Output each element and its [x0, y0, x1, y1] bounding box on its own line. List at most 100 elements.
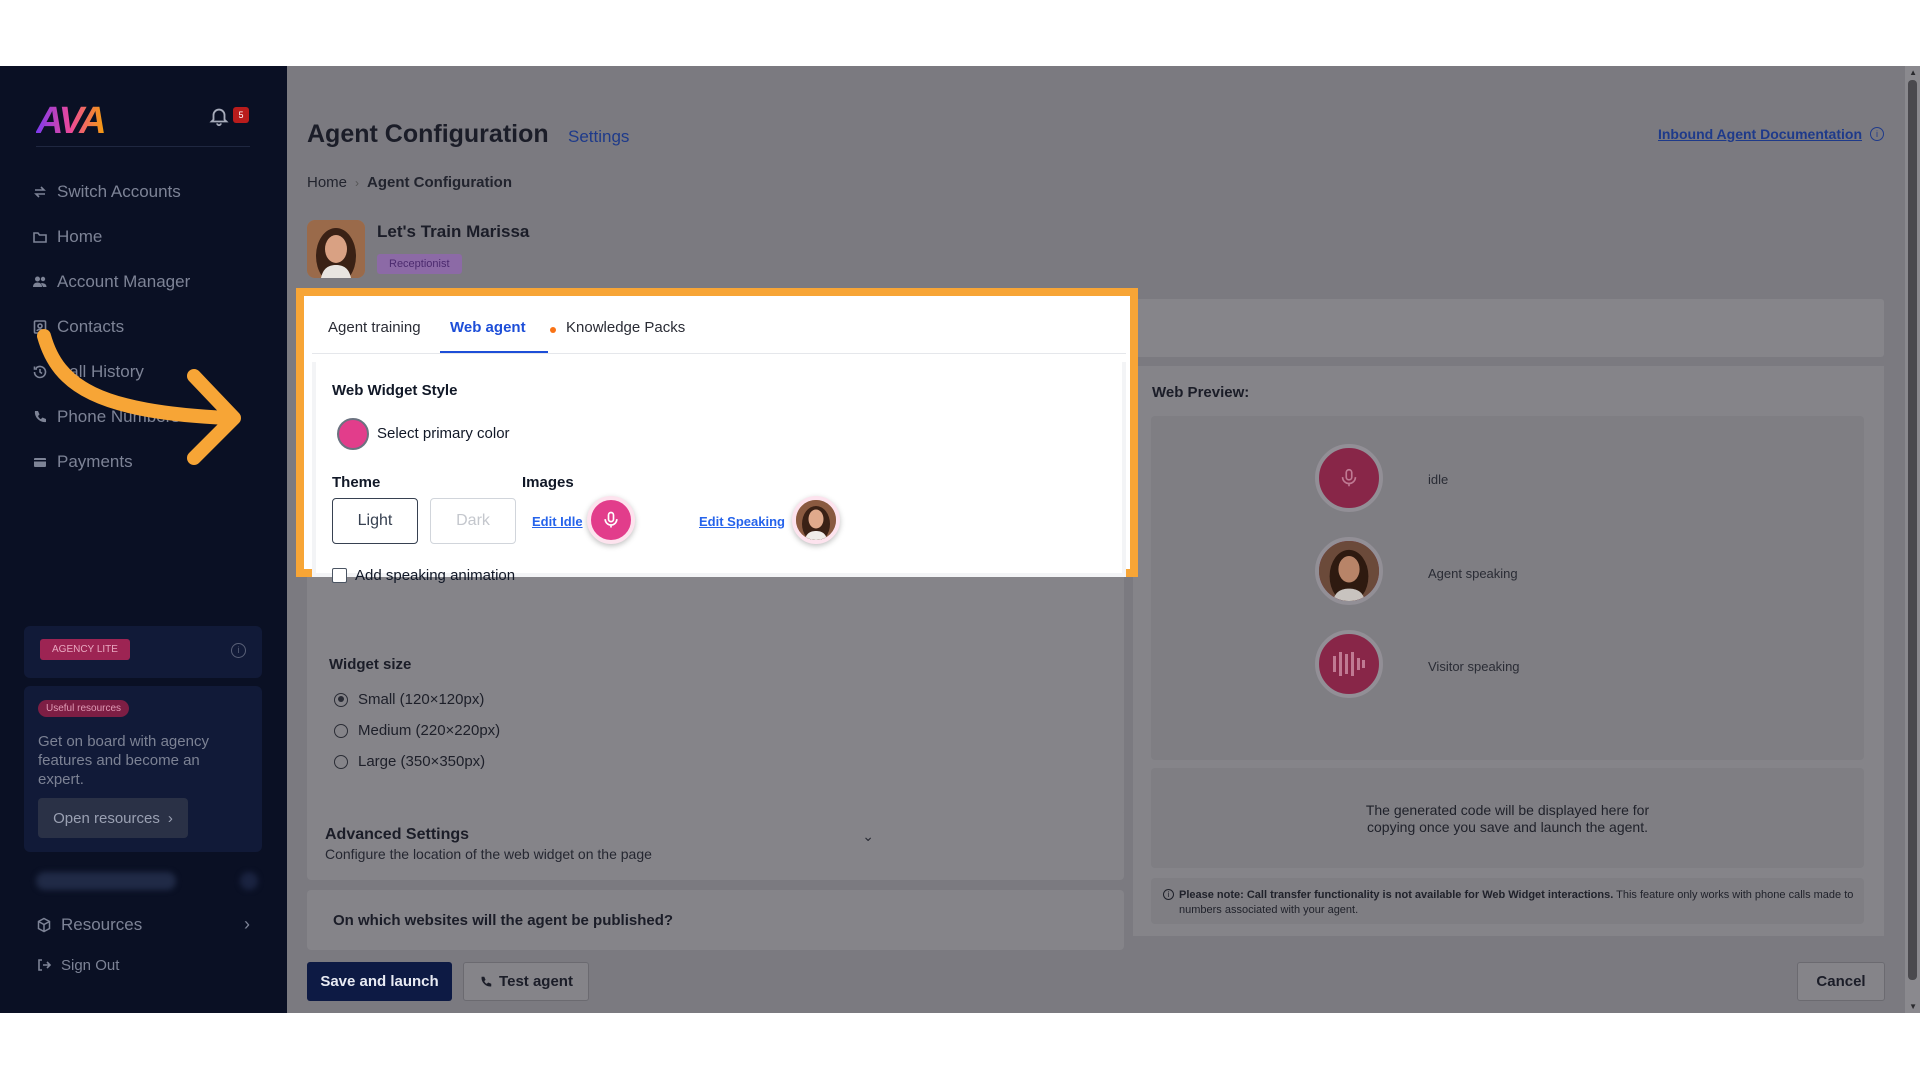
- tutorial-arrow-icon: [37, 329, 241, 465]
- scrollbar[interactable]: ▲ ▼: [1905, 66, 1920, 1013]
- widget-size-label: Small (120×120px): [358, 691, 485, 708]
- agent-avatar: [796, 500, 836, 540]
- cube-icon: [37, 917, 51, 933]
- preview-state-label: idle: [1428, 472, 1449, 487]
- chevron-right-icon[interactable]: ›: [244, 914, 250, 935]
- ava-logo[interactable]: AVA: [36, 100, 107, 143]
- tab-knowledge-packs[interactable]: Knowledge Packs: [566, 319, 685, 336]
- agent-avatar: [307, 220, 365, 278]
- sidebar-item-resources[interactable]: Resources: [36, 913, 142, 937]
- sidebar-item-label: Home: [57, 227, 103, 246]
- app-window: AVA 5 Switch Accounts Home Account Manag…: [0, 66, 1920, 1013]
- idle-image: [587, 496, 635, 544]
- sidebar-item-account-manager[interactable]: Account Manager: [32, 270, 190, 294]
- web-preview-title: Web Preview:: [1152, 384, 1250, 401]
- tab-web-agent[interactable]: Web agent: [450, 319, 526, 336]
- blurred-user-name: [36, 872, 176, 890]
- active-tab-underline: [440, 351, 548, 353]
- info-icon[interactable]: i: [1870, 127, 1884, 141]
- radio-selected[interactable]: [334, 692, 348, 707]
- phone-icon: [481, 976, 492, 986]
- note-text: Please note: Call transfer functionality…: [1179, 888, 1854, 918]
- folder-icon: [33, 232, 47, 243]
- chevron-right-icon: ›: [355, 175, 360, 190]
- generated-code-box: The generated code will be displayed her…: [1151, 768, 1864, 868]
- primary-color-swatch[interactable]: [337, 418, 369, 450]
- agency-plan-box: AGENCY LITE i: [24, 626, 262, 678]
- cancel-button[interactable]: Cancel: [1797, 962, 1885, 1001]
- resources-card: Useful resources Get on board with agenc…: [24, 686, 262, 852]
- visitor-preview-circle: [1315, 630, 1383, 698]
- agent-avatar: [1319, 541, 1379, 601]
- sidebar-item-sign-out[interactable]: Sign Out: [36, 953, 119, 977]
- sidebar-item-switch-accounts[interactable]: Switch Accounts: [32, 180, 181, 204]
- chevron-right-icon: ›: [167, 809, 173, 827]
- idle-preview-circle: [1315, 444, 1383, 512]
- generated-code-text: The generated code will be displayed her…: [1365, 802, 1650, 835]
- blurred-user-icon: [240, 872, 258, 890]
- speaking-preview-circle: [1315, 537, 1383, 605]
- web-widget-style-card: Web Widget Style Select primary color Th…: [316, 362, 1122, 584]
- widget-size-label: Medium (220×220px): [358, 722, 501, 739]
- radio[interactable]: [334, 723, 348, 738]
- web-widget-panel: Web Widget Style Select primary color Th…: [312, 362, 1126, 584]
- widget-size-title: Widget size: [329, 656, 412, 673]
- edit-speaking-link[interactable]: Edit Speaking: [699, 514, 785, 529]
- note-box: i Please note: Call transfer functionali…: [1151, 878, 1864, 924]
- breadcrumb-current: Agent Configuration: [367, 174, 512, 191]
- bell-icon[interactable]: [208, 104, 230, 128]
- preview-state-label: Agent speaking: [1428, 566, 1518, 581]
- advanced-settings-accordion[interactable]: Advanced Settings Configure the location…: [307, 810, 1124, 880]
- widget-size-small[interactable]: Small (120×120px): [334, 691, 484, 708]
- speaking-animation-row[interactable]: Add speaking animation: [332, 567, 515, 584]
- theme-light-button[interactable]: Light: [332, 498, 418, 544]
- agency-badge: AGENCY LITE: [40, 639, 130, 660]
- chevron-down-icon[interactable]: ⌄: [862, 828, 874, 845]
- primary-color-label[interactable]: Select primary color: [377, 425, 510, 442]
- page-title: Agent Configuration: [307, 120, 549, 148]
- websites-section: On which websites will the agent be publ…: [307, 890, 1124, 950]
- divider: [36, 146, 250, 147]
- scroll-up-arrow[interactable]: ▲: [1909, 68, 1917, 77]
- scroll-thumb[interactable]: [1908, 80, 1917, 980]
- unsaved-dot: [550, 327, 556, 333]
- radio[interactable]: [334, 754, 348, 769]
- waveform-icon: [1333, 652, 1365, 676]
- speaking-image: [792, 496, 840, 544]
- resources-badge: Useful resources: [38, 700, 130, 717]
- web-widget-style-title: Web Widget Style: [332, 382, 458, 399]
- scroll-down-arrow[interactable]: ▼: [1909, 1002, 1917, 1011]
- advanced-settings-title: Advanced Settings: [325, 826, 470, 843]
- open-resources-label: Open resources: [53, 809, 160, 827]
- microphone-icon: [1341, 468, 1357, 487]
- documentation-link[interactable]: Inbound Agent Documentation: [1658, 126, 1862, 142]
- preview-state-label: Visitor speaking: [1428, 659, 1520, 674]
- save-and-launch-button[interactable]: Save and launch: [307, 962, 452, 1001]
- breadcrumb-home[interactable]: Home: [307, 174, 347, 191]
- preview-stage: idle Agent speaking Visitor speaking: [1151, 416, 1864, 760]
- settings-link[interactable]: Settings: [568, 127, 629, 147]
- tab-agent-training[interactable]: Agent training: [328, 319, 421, 336]
- highlighted-web-agent-card: Agent training Web agent Knowledge Packs…: [296, 288, 1138, 584]
- widget-size-label: Large (350×350px): [358, 753, 486, 770]
- sidebar-item-label: Switch Accounts: [57, 182, 181, 201]
- agent-name: Let's Train Marissa: [377, 222, 530, 241]
- sidebar-item-label: Account Manager: [57, 272, 191, 291]
- theme-dark-button[interactable]: Dark: [430, 498, 516, 544]
- images-title: Images: [522, 474, 574, 491]
- widget-size-medium[interactable]: Medium (220×220px): [334, 722, 500, 739]
- theme-title: Theme: [332, 474, 381, 491]
- web-agent-panel: Agent training Web agent Knowledge Packs…: [312, 300, 1126, 584]
- test-agent-button[interactable]: Test agent: [463, 962, 589, 1001]
- speaking-animation-checkbox[interactable]: [332, 568, 347, 583]
- switch-icon: [34, 186, 46, 198]
- widget-size-large[interactable]: Large (350×350px): [334, 753, 485, 770]
- sidebar-item-label: Resources: [61, 915, 143, 934]
- edit-idle-link[interactable]: Edit Idle: [532, 514, 583, 529]
- signout-icon: [38, 959, 52, 971]
- sidebar: AVA 5 Switch Accounts Home Account Manag…: [0, 66, 287, 1013]
- info-icon[interactable]: i: [231, 643, 246, 658]
- open-resources-button[interactable]: Open resources ›: [38, 798, 188, 838]
- sidebar-item-home[interactable]: Home: [32, 225, 102, 249]
- sidebar-item-label: Sign Out: [61, 956, 120, 974]
